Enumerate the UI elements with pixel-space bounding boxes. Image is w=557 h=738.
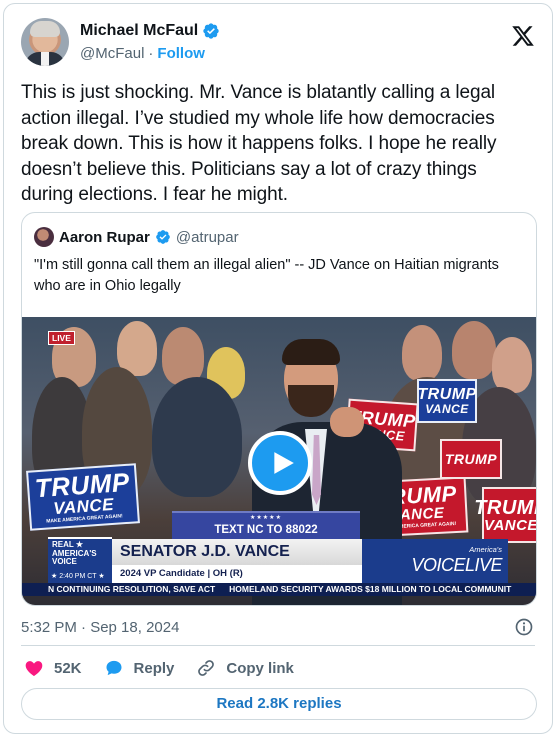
tweet-header: Michael McFaul @McFaul · Follow	[21, 18, 535, 70]
info-icon[interactable]	[514, 617, 534, 637]
brand-big-text: VOICELIVE	[411, 555, 502, 575]
footer-divider	[21, 645, 535, 646]
crowd-figure	[492, 337, 532, 393]
action-bar: 52K Reply Copy link	[24, 657, 316, 679]
video-player[interactable]: TRUMP VANCE MAKE AMERICA GREAT AGAIN! TR…	[22, 317, 536, 605]
heart-icon	[25, 661, 43, 676]
speaker-beard	[288, 385, 334, 417]
campaign-sign: TRUMP	[440, 439, 502, 479]
quoted-author-handle: @atrupar	[175, 228, 239, 246]
crowd-figure	[452, 321, 496, 379]
live-badge: LIVE	[48, 331, 75, 345]
play-icon	[273, 452, 294, 474]
podium: ★★★★★ TEXT NC TO 88022	[172, 511, 360, 541]
read-replies-button[interactable]: Read 2.8K replies	[21, 688, 537, 720]
crowd-figure	[402, 325, 442, 381]
news-ticker: N CONTINUING RESOLUTION, SAVE ACT HOMELAN…	[22, 583, 536, 596]
sign-bottom-text: VANCE	[484, 516, 536, 534]
crowd-figure	[152, 377, 242, 497]
author-handle-line: @McFaul · Follow	[80, 45, 205, 62]
campaign-sign: TRUMP VANCE	[474, 487, 536, 543]
sign-top-text: TRUMP	[474, 496, 536, 519]
like-count: 52K	[54, 659, 82, 677]
sign-top-text: TRUMP	[417, 386, 477, 403]
author-name[interactable]: Michael McFaul	[80, 22, 198, 40]
tweet-card: Michael McFaul @McFaul · Follow This is …	[3, 3, 553, 734]
quoted-tweet-text: "I'm still gonna call them an illegal al…	[34, 257, 499, 294]
quoted-author-avatar	[34, 227, 54, 247]
quoted-tweet[interactable]: Aaron Rupar @atrupar "I'm still gonna ca…	[21, 212, 537, 606]
speaker-fist	[330, 407, 364, 437]
tweet-timestamp[interactable]: 5:32 PM · Sep 18, 2024	[21, 619, 179, 636]
ticker-right-text: HOMELAND SECURITY AWARDS $18 MILLION TO …	[229, 584, 512, 594]
sign-bottom-text: VANCE	[425, 402, 469, 416]
ticker-left-text: N CONTINUING RESOLUTION, SAVE ACT	[48, 584, 216, 594]
copy-link-button[interactable]: Copy link	[196, 658, 294, 678]
follow-button[interactable]: Follow	[157, 45, 205, 62]
speaker-hair	[282, 339, 340, 365]
sign-top-text: TRUMP	[444, 451, 498, 467]
tweet-text: This is just shocking. Mr. Vance is blat…	[21, 82, 497, 205]
podium-stars: ★★★★★	[250, 515, 282, 521]
author-avatar[interactable]	[21, 18, 69, 66]
lower-third-subtitle: 2024 VP Candidate | OH (R)	[112, 565, 362, 583]
author-name-line: Michael McFaul	[80, 22, 220, 40]
lower-third-title: SENATOR J.D. VANCE	[112, 539, 362, 565]
verified-badge-icon	[203, 23, 219, 39]
x-logo-icon[interactable]	[511, 24, 535, 48]
network-brand: America's VOICELIVE	[362, 539, 508, 583]
broadcast-time: ★ 2:40 PM CT ★	[48, 571, 112, 583]
avatar-collar	[41, 52, 49, 66]
author-handle[interactable]: @McFaul	[80, 45, 144, 62]
podium-text: TEXT NC TO 88022	[214, 524, 318, 536]
network-logo: REAL ★ AMERICA'S VOICE	[48, 537, 112, 571]
quoted-author-name: Aaron Rupar	[59, 228, 150, 246]
link-icon	[198, 660, 215, 676]
campaign-sign: TRUMP VANCE MAKE AMERICA GREAT AGAIN!	[26, 463, 140, 531]
reply-label: Reply	[133, 659, 175, 677]
brand-small-text: America's	[469, 545, 502, 554]
play-button[interactable]	[248, 431, 312, 495]
copy-link-label: Copy link	[226, 659, 294, 677]
reply-button[interactable]: Reply	[104, 658, 175, 678]
quoted-tweet-header: Aaron Rupar @atrupar	[34, 227, 239, 247]
handle-separator: ·	[148, 45, 154, 62]
like-button[interactable]: 52K	[24, 658, 82, 678]
campaign-sign: TRUMP VANCE	[417, 379, 477, 423]
reply-bubble-icon	[106, 660, 122, 676]
verified-badge-icon	[156, 230, 170, 244]
avatar-hair	[30, 21, 60, 37]
